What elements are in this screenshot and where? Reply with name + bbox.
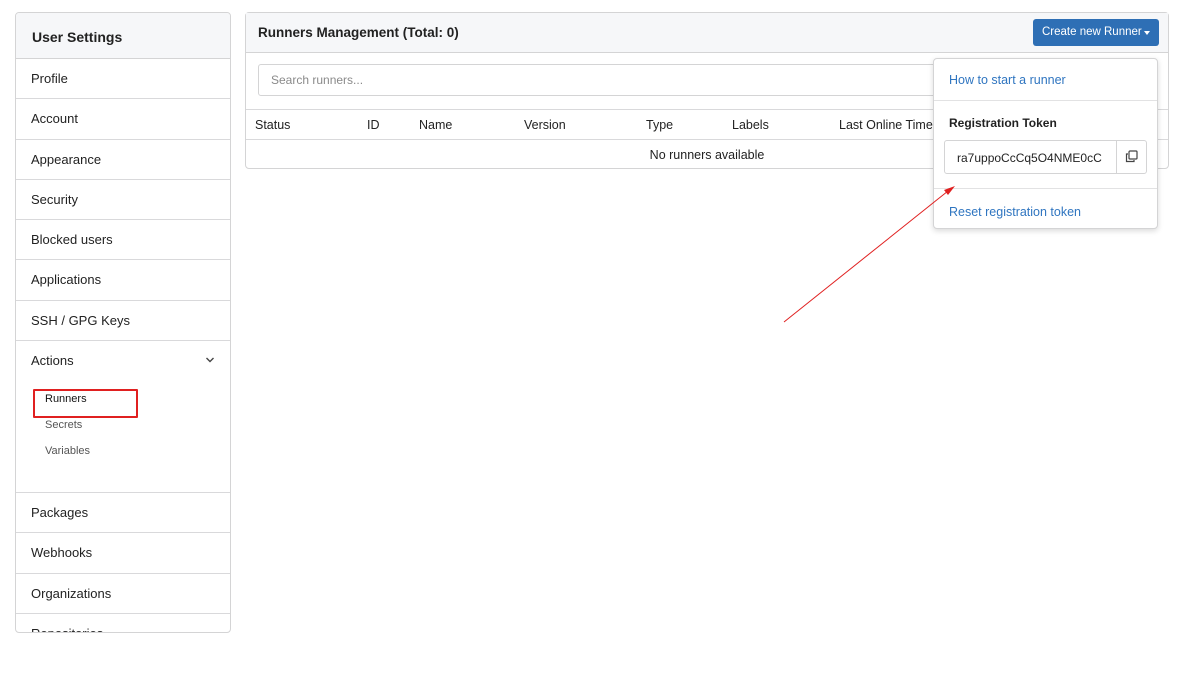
sidebar-item-repositories[interactable]: Repositories xyxy=(16,614,230,632)
sidebar-item-applications[interactable]: Applications xyxy=(16,260,230,301)
sidebar-item-appearance[interactable]: Appearance xyxy=(16,140,230,180)
runners-panel-header: Runners Management (Total: 0) Create new… xyxy=(246,13,1168,53)
caret-down-icon xyxy=(1144,31,1150,35)
sidebar-title: User Settings xyxy=(16,13,230,59)
column-type[interactable]: Type xyxy=(646,118,673,132)
column-last-online-time[interactable]: Last Online Time xyxy=(839,118,933,132)
column-id[interactable]: ID xyxy=(367,118,380,132)
registration-token-value[interactable]: ra7uppoCcCq5O4NME0cC xyxy=(957,151,1102,165)
settings-sidebar: User Settings Profile Account Appearance… xyxy=(15,12,231,633)
sidebar-item-actions-label: Actions xyxy=(31,353,74,369)
sidebar-item-security[interactable]: Security xyxy=(16,180,230,221)
dropdown-divider xyxy=(934,188,1157,189)
chevron-down-icon[interactable] xyxy=(205,355,215,365)
column-status[interactable]: Status xyxy=(255,118,290,132)
registration-token-label: Registration Token xyxy=(949,116,1057,130)
dropdown-divider xyxy=(934,100,1157,101)
page-title: Runners Management (Total: 0) xyxy=(258,25,459,40)
sidebar-item-account[interactable]: Account xyxy=(16,99,230,140)
reset-registration-token-link[interactable]: Reset registration token xyxy=(949,205,1081,219)
sidebar-item-ssh-gpg-keys[interactable]: SSH / GPG Keys xyxy=(16,301,230,342)
sidebar-subitem-variables[interactable]: Variables xyxy=(45,445,90,457)
copy-token-button[interactable] xyxy=(1116,141,1146,173)
column-version[interactable]: Version xyxy=(524,118,566,132)
how-to-start-runner-link[interactable]: How to start a runner xyxy=(949,73,1066,87)
copy-icon xyxy=(1125,150,1138,163)
create-runner-button-label: Create new Runner xyxy=(1042,26,1142,38)
create-runner-button[interactable]: Create new Runner xyxy=(1033,19,1159,46)
sidebar-item-blocked-users[interactable]: Blocked users xyxy=(16,220,230,261)
search-input[interactable] xyxy=(258,64,948,96)
sidebar-item-packages[interactable]: Packages xyxy=(16,493,230,534)
registration-token-field[interactable]: ra7uppoCcCq5O4NME0cC xyxy=(944,140,1147,174)
sidebar-item-organizations[interactable]: Organizations xyxy=(16,574,230,614)
sidebar-subitem-runners[interactable]: Runners xyxy=(45,393,87,405)
actions-submenu: Runners Secrets Variables xyxy=(16,382,230,494)
create-runner-dropdown: How to start a runner Registration Token… xyxy=(933,58,1158,229)
column-labels[interactable]: Labels xyxy=(732,118,769,132)
sidebar-item-actions[interactable]: Actions xyxy=(16,341,230,382)
sidebar-item-webhooks[interactable]: Webhooks xyxy=(16,533,230,574)
sidebar-subitem-secrets[interactable]: Secrets xyxy=(45,419,82,431)
column-name[interactable]: Name xyxy=(419,118,452,132)
annotation-arrow-line xyxy=(783,190,949,323)
sidebar-item-profile[interactable]: Profile xyxy=(16,59,230,100)
